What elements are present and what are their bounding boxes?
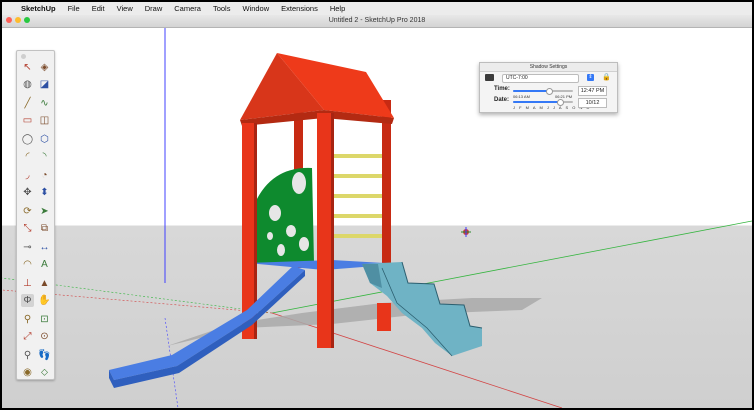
zoom-tool-icon[interactable]: ⚲ (21, 313, 34, 326)
tape-measure-icon[interactable]: ⊸ (21, 241, 34, 254)
select-tool-icon[interactable]: ↖ (21, 61, 34, 74)
polygon-tool-icon[interactable]: ⬡ (38, 133, 51, 146)
zoom-extents-icon[interactable]: ⤢ (21, 330, 34, 343)
menu-edit[interactable]: Edit (86, 4, 111, 13)
offset-tool-icon[interactable]: ⧉ (38, 222, 51, 235)
dimension-tool-icon[interactable]: ↔ (38, 241, 51, 254)
paint-bucket-icon[interactable]: ◍ (21, 78, 34, 91)
menu-tools[interactable]: Tools (207, 4, 237, 13)
arc-tool-icon[interactable]: ◜ (21, 150, 34, 163)
3d-scene[interactable] (2, 28, 752, 408)
time-slider[interactable] (513, 88, 573, 95)
push-pull-icon[interactable]: ⬍ (38, 186, 51, 199)
wall-hole (299, 237, 309, 251)
section-plane-icon[interactable]: ⬦ (38, 366, 51, 379)
scale-tool-icon[interactable]: ⤡ (21, 222, 34, 235)
pan-tool-icon[interactable]: ✋ (38, 294, 51, 307)
back-right-post (382, 100, 391, 280)
wall-hole (277, 244, 285, 256)
palette-close-icon[interactable] (21, 54, 26, 59)
panel-title: Shadow Settings (480, 63, 617, 72)
text-tool-icon[interactable]: A (38, 258, 51, 271)
menu-help[interactable]: Help (324, 4, 351, 13)
protractor-icon[interactable]: ◠ (21, 258, 34, 271)
menu-view[interactable]: View (111, 4, 139, 13)
wall-hole (269, 205, 281, 221)
time-label: Time: (494, 86, 510, 92)
look-around-icon[interactable]: ◉ (21, 366, 34, 379)
zoom-window-icon[interactable]: ⊡ (38, 313, 51, 326)
freehand-tool-icon[interactable]: ∿ (38, 97, 51, 110)
large-tool-set-palette[interactable]: ↖ ◈ ◍ ◪ ╱ ∿ ▭ ◫ ◯ ⬡ ◜ ◝ ◞ ◔ ✥ ⬍ ⟳ ➤ ⤡ ⧉ ⊸ ↔ ◠ A ⊥ ▲ Φ ✋ ⚲ ⊡ ⤢ ⊙ ⚲ 👣 ◉ ⬦ (16, 50, 55, 380)
red-axis-line (271, 312, 563, 408)
axes-tool-icon[interactable]: ⊥ (21, 277, 34, 290)
walk-tool-icon[interactable]: 👣 (38, 349, 51, 362)
timezone-dropdown-icon[interactable]: ⇕ (587, 74, 594, 81)
two-point-arc-icon[interactable]: ◝ (38, 150, 51, 163)
wall-hole (286, 225, 296, 237)
window-title: Untitled 2 - SketchUp Pro 2018 (328, 17, 426, 24)
orbit-tool-icon[interactable]: Φ (21, 294, 34, 307)
window-title-bar: Untitled 2 - SketchUp Pro 2018 (2, 15, 752, 28)
time-value-field[interactable]: 12:47 PM (578, 86, 607, 96)
previous-view-icon[interactable]: ⊙ (38, 330, 51, 343)
follow-me-icon[interactable]: ➤ (38, 205, 51, 218)
menu-window[interactable]: Window (236, 4, 275, 13)
wall-hole (292, 172, 306, 194)
shadow-settings-panel: Shadow Settings UTC-7:00 ⇕ 🔒 Time: 06:13… (479, 62, 618, 113)
date-label: Date: (494, 97, 510, 103)
menu-draw[interactable]: Draw (139, 4, 169, 13)
mac-menu-bar: SketchUp File Edit View Draw Camera Tool… (2, 2, 752, 15)
back-right-post-foot (377, 303, 391, 331)
rotate-tool-icon[interactable]: ⟳ (21, 205, 34, 218)
screen: SketchUp File Edit View Draw Camera Tool… (2, 2, 752, 408)
date-slider[interactable] (513, 99, 573, 106)
eraser-icon[interactable]: ◪ (38, 78, 51, 91)
rectangle-tool-icon[interactable]: ▭ (21, 114, 34, 127)
sun-cursor-icon (461, 227, 471, 237)
position-camera-icon[interactable]: ⚲ (21, 349, 34, 362)
menu-file[interactable]: File (62, 4, 86, 13)
ladder-rung-4 (330, 214, 382, 218)
model-viewport[interactable] (2, 28, 752, 408)
ladder-rung-2 (330, 174, 382, 178)
make-component-icon[interactable]: ◈ (38, 61, 51, 74)
ladder-rung-3 (330, 194, 382, 198)
rotated-rectangle-icon[interactable]: ◫ (38, 114, 51, 127)
date-value-field[interactable]: 10/12 (578, 98, 607, 108)
circle-tool-icon[interactable]: ◯ (21, 133, 34, 146)
lock-icon[interactable]: 🔒 (602, 73, 611, 81)
ladder-rung-5 (330, 234, 382, 238)
ladder-rung-1 (330, 154, 382, 158)
front-right-post-side (331, 113, 334, 348)
time-slider-thumb[interactable] (546, 88, 553, 95)
pie-tool-icon[interactable]: ◔ (38, 169, 51, 182)
front-right-post (317, 113, 331, 348)
menu-camera[interactable]: Camera (168, 4, 207, 13)
sunrise-time: 06:13 AM (513, 94, 530, 99)
app-menu-sketchup[interactable]: SketchUp (15, 4, 62, 13)
move-tool-icon[interactable]: ✥ (21, 186, 34, 199)
wall-hole (267, 232, 273, 240)
show-shadows-toggle-icon[interactable] (485, 74, 494, 81)
three-point-arc-icon[interactable]: ◞ (21, 169, 34, 182)
line-tool-icon[interactable]: ╱ (21, 97, 34, 110)
timezone-select[interactable]: UTC-7:00 (502, 74, 579, 83)
3d-text-icon[interactable]: ▲ (38, 277, 51, 290)
sunset-time: 06:21 PM (555, 94, 573, 99)
menu-extensions[interactable]: Extensions (275, 4, 324, 13)
